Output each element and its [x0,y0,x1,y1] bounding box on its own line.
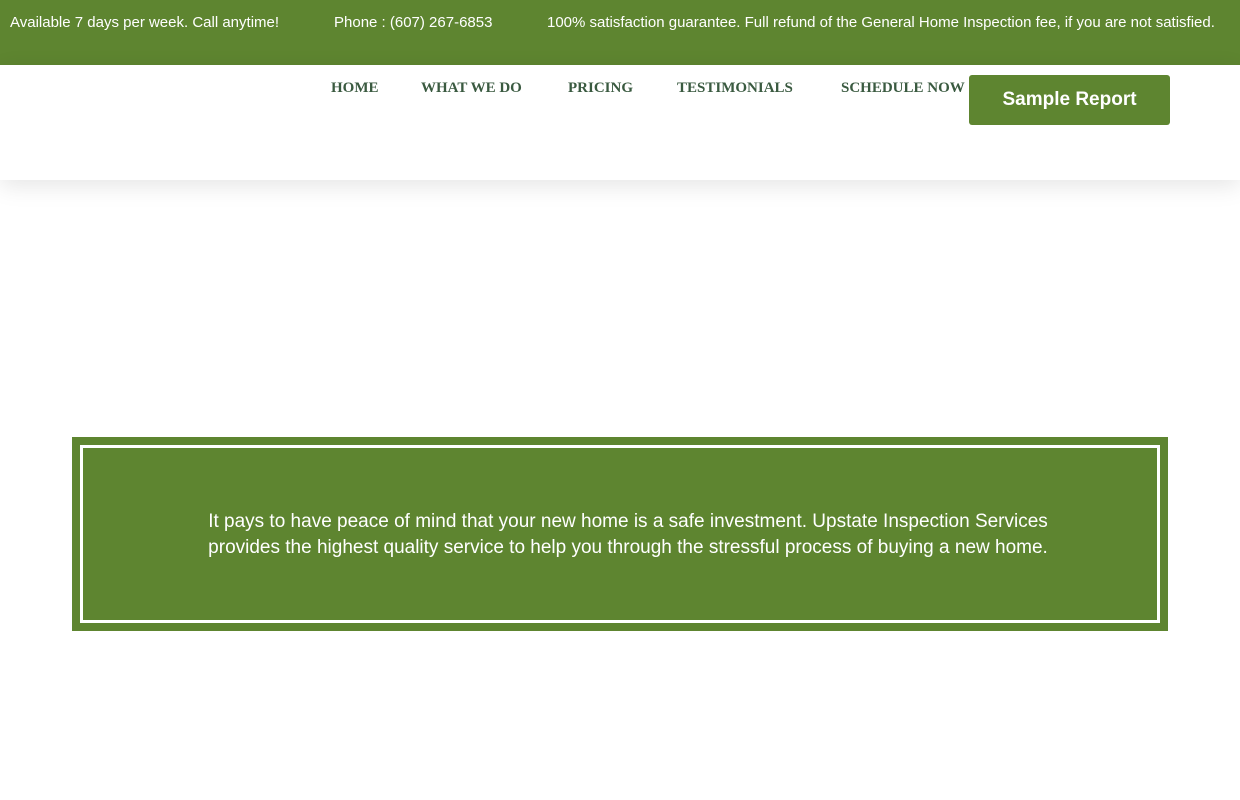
promo-border: It pays to have peace of mind that your … [80,445,1160,623]
nav-what-we-do[interactable]: WHAT WE DO [421,80,522,96]
nav-testimonials[interactable]: TESTIMONIALS [677,80,793,96]
availability-text: Available 7 days per week. Call anytime! [10,14,280,31]
promo-text: It pays to have peace of mind that your … [208,511,1048,558]
nav-home[interactable]: HOME [331,80,379,96]
top-info-bar: Available 7 days per week. Call anytime!… [0,0,1240,65]
nav-pricing[interactable]: PRICING [568,80,633,96]
site-header: HOME WHAT WE DO PRICING TESTIMONIALS SCH… [0,65,1240,180]
sample-report-button[interactable]: Sample Report [969,75,1170,125]
phone-text[interactable]: Phone : (607) 267-6853 [334,14,492,32]
promo-box: It pays to have peace of mind that your … [72,437,1168,631]
guarantee-text: 100% satisfaction guarantee. Full refund… [547,14,1215,31]
nav-schedule-now[interactable]: SCHEDULE NOW [841,80,965,96]
